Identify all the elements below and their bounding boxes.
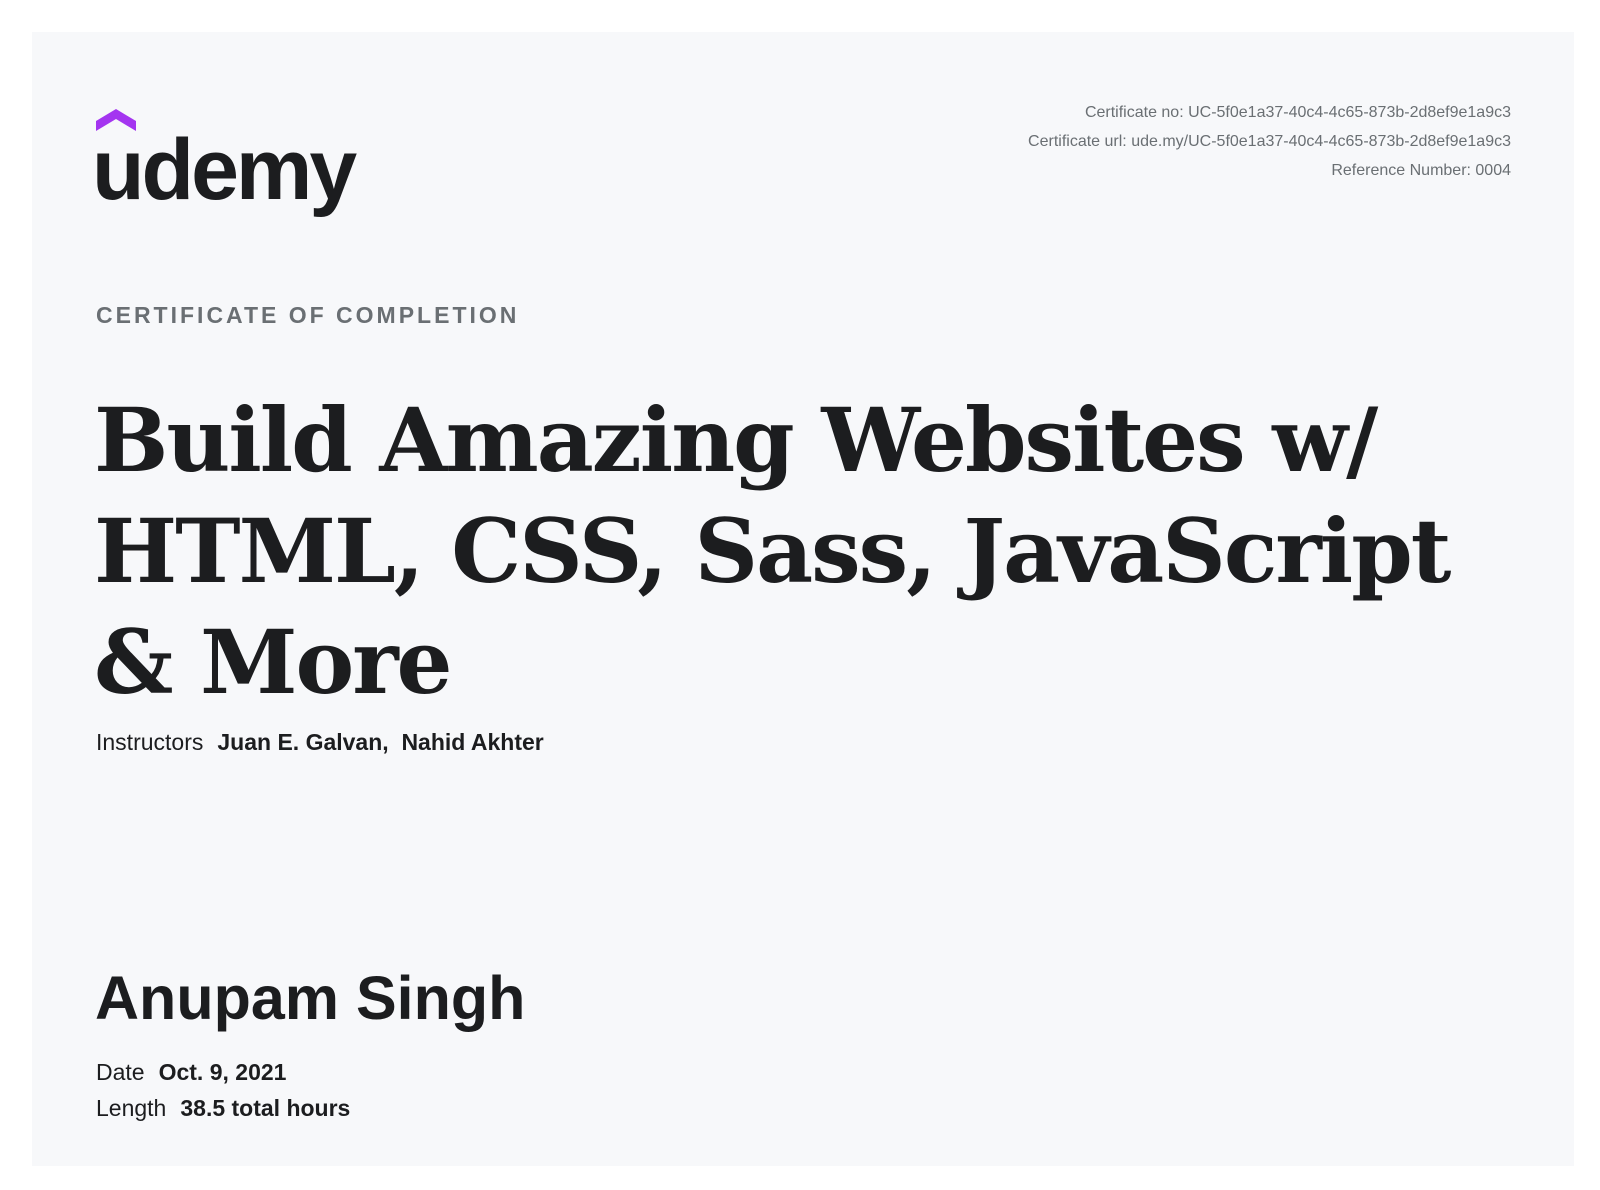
reference-number: Reference Number: 0004 [1331,162,1511,179]
certificate-card: udemy Certificate no: UC-5f0e1a37-40c4-4… [32,32,1574,1166]
date-line: Date Oct. 9, 2021 [96,1059,286,1086]
length-value: 38.5 total hours [180,1095,351,1121]
certificate-meta: Certificate no: UC-5f0e1a37-40c4-4c65-87… [1028,98,1511,185]
udemy-logo: udemy [96,109,360,218]
certificate-url: Certificate url: ude.my/UC-5f0e1a37-40c4… [1028,133,1511,150]
date-label: Date [96,1059,145,1085]
date-value: Oct. 9, 2021 [158,1059,287,1085]
certificate-kicker: CERTIFICATE OF COMPLETION [96,302,520,328]
instructors-names: Juan E. Galvan, Nahid Akhter [217,729,544,755]
instructors-line: Instructors Juan E. Galvan, Nahid Akhter [96,729,544,756]
instructors-label: Instructors [96,729,204,755]
course-title: Build Amazing Websites w/ HTML, CSS, Sas… [94,388,1451,714]
udemy-logo-wordmark: udemy [96,122,357,218]
recipient-name: Anupam Singh [95,964,526,1032]
length-line: Length 38.5 total hours [96,1095,350,1122]
certificate-number: Certificate no: UC-5f0e1a37-40c4-4c65-87… [1084,104,1511,121]
length-label: Length [96,1095,167,1121]
